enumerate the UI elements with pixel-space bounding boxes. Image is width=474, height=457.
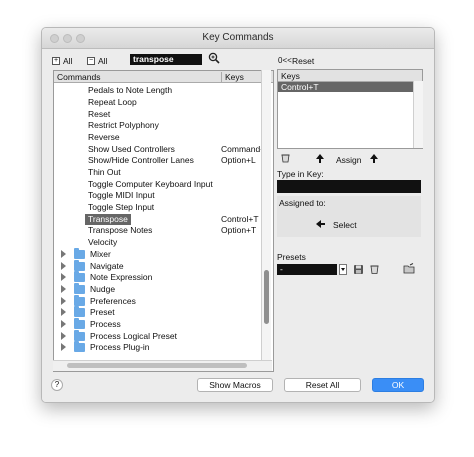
window-title: Key Commands <box>202 32 274 43</box>
disclosure-triangle-icon[interactable] <box>61 273 66 281</box>
folder-icon: Navigate <box>74 260 124 271</box>
group-row-process[interactable]: Process <box>54 318 254 330</box>
command-key: Option+L <box>221 155 256 165</box>
assigned-to-label: Assigned to: <box>279 198 326 208</box>
command-key: Command+ <box>221 144 266 154</box>
delete-key-icon[interactable] <box>280 153 291 164</box>
select-label[interactable]: Select <box>333 220 357 230</box>
disclosure-triangle-icon[interactable] <box>61 250 66 258</box>
folder-icon: Mixer <box>74 248 111 259</box>
type-in-key-label: Type in Key: <box>277 169 324 179</box>
command-label: Toggle MIDI Input <box>88 190 155 200</box>
command-label: Toggle Computer Keyboard Input <box>88 179 213 189</box>
reset-all-button[interactable]: Reset All <box>284 378 361 392</box>
disclosure-triangle-icon[interactable] <box>61 262 66 270</box>
list-header: Commands Keys <box>54 71 273 83</box>
assign-up-arrow-icon[interactable] <box>370 154 378 163</box>
group-label: Navigate <box>90 261 124 271</box>
chevron-down-icon[interactable] <box>339 264 347 275</box>
collapse-all-icon[interactable]: − <box>87 57 95 65</box>
expand-all-icon[interactable]: + <box>52 57 60 65</box>
group-label: Nudge <box>90 284 116 294</box>
list-vertical-scrollbar[interactable] <box>261 70 271 370</box>
group-label: Preferences <box>90 296 136 306</box>
save-preset-icon[interactable] <box>353 264 364 275</box>
keys-column-header[interactable]: Keys <box>221 72 244 82</box>
command-label: Toggle Step Input <box>88 202 155 212</box>
command-list[interactable]: Commands Keys Pedals to Note Length Repe… <box>53 70 274 372</box>
command-label: Restrict Polyphony <box>88 120 159 130</box>
keys-scrollbar[interactable] <box>413 81 423 148</box>
reset-link[interactable]: Reset <box>292 56 314 66</box>
vertical-scroll-thumb[interactable] <box>264 270 269 324</box>
group-label: Process Logical Preset <box>90 331 177 341</box>
show-macros-button[interactable]: Show Macros <box>197 378 273 392</box>
disclosure-triangle-icon[interactable] <box>61 343 66 351</box>
assigned-to-area: Assigned to: <box>277 196 421 237</box>
command-label: Show/Hide Controller Lanes <box>88 155 194 165</box>
group-label: Process Plug-in <box>90 342 150 352</box>
title-bar: Key Commands <box>42 28 434 49</box>
search-input[interactable]: transpose <box>130 54 202 65</box>
select-left-arrow-icon[interactable] <box>316 220 325 228</box>
collapse-all-label[interactable]: All <box>98 56 107 66</box>
command-label: Transpose <box>85 214 131 225</box>
type-in-key-input[interactable] <box>277 180 421 193</box>
command-label: Transpose Notes <box>88 225 153 235</box>
command-label: Reverse <box>88 132 120 142</box>
keys-header: Keys <box>278 70 422 82</box>
group-row-process-plug-in[interactable]: Process Plug-in <box>54 341 254 353</box>
group-row-preset[interactable]: Preset <box>54 306 254 318</box>
command-key: Control+T <box>221 214 259 224</box>
folder-icon: Nudge <box>74 283 115 294</box>
open-folder-icon[interactable] <box>403 263 416 274</box>
command-key: Option+T <box>221 225 257 235</box>
group-row-nudge[interactable]: Nudge <box>54 283 254 295</box>
keys-header-label: Keys <box>281 71 300 81</box>
presets-select[interactable]: - <box>277 264 337 275</box>
list-horizontal-scrollbar[interactable] <box>53 360 272 371</box>
command-label: Repeat Loop <box>88 97 137 107</box>
folder-icon: Preset <box>74 306 115 317</box>
selected-key-row[interactable]: Control+T <box>278 82 413 92</box>
disclosure-triangle-icon[interactable] <box>61 332 66 340</box>
command-label: Pedals to Note Length <box>88 85 173 95</box>
group-row-mixer[interactable]: Mixer <box>54 248 254 260</box>
delete-preset-icon[interactable] <box>369 264 380 275</box>
group-label: Preset <box>90 307 115 317</box>
help-button[interactable]: ? <box>51 379 63 391</box>
group-row-preferences[interactable]: Preferences <box>54 295 254 307</box>
search-icon[interactable] <box>208 52 220 64</box>
command-label: Velocity <box>88 237 118 247</box>
command-label: Reset <box>88 109 111 119</box>
disclosure-triangle-icon[interactable] <box>61 285 66 293</box>
group-label: Process <box>90 319 121 329</box>
folder-icon: Preferences <box>74 295 136 306</box>
disclosure-triangle-icon[interactable] <box>61 308 66 316</box>
group-label: Mixer <box>90 249 111 259</box>
disclosure-triangle-icon[interactable] <box>61 320 66 328</box>
command-label: Thin Out <box>88 167 121 177</box>
reset-back-icon[interactable]: 0<< <box>278 56 292 65</box>
folder-icon: Process Plug-in <box>74 341 150 352</box>
keys-list[interactable]: Keys Control+T <box>277 69 423 149</box>
command-label: Show Used Controllers <box>88 144 175 154</box>
ok-button[interactable]: OK <box>372 378 424 392</box>
assign-up-arrow-icon[interactable] <box>316 154 324 163</box>
presets-label: Presets <box>277 252 306 262</box>
disclosure-triangle-icon[interactable] <box>61 297 66 305</box>
commands-column-header[interactable]: Commands <box>57 72 100 82</box>
key-commands-window: Key Commands + All − All transpose 0<< R… <box>41 27 435 403</box>
group-row-note-expression[interactable]: Note Expression <box>54 271 254 283</box>
expand-all-label[interactable]: All <box>63 56 72 66</box>
group-label: Note Expression <box>90 272 153 282</box>
folder-icon: Note Expression <box>74 271 152 282</box>
group-row-process-logical-preset[interactable]: Process Logical Preset <box>54 330 254 342</box>
folder-icon: Process Logical Preset <box>74 330 177 341</box>
group-row-navigate[interactable]: Navigate <box>54 260 254 272</box>
assign-label[interactable]: Assign <box>336 155 362 165</box>
folder-icon: Process <box>74 318 121 329</box>
horizontal-scroll-thumb[interactable] <box>67 363 247 368</box>
